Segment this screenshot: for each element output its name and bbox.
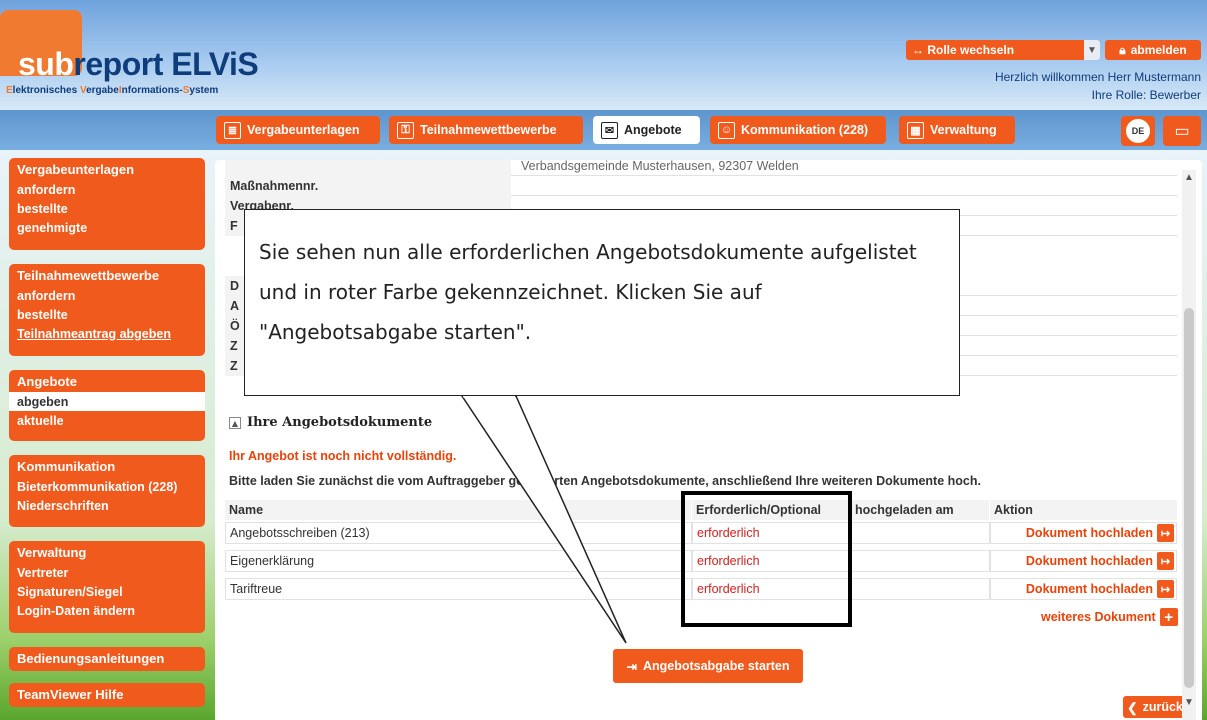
upload-arrow-icon: ↦ xyxy=(1157,552,1174,570)
welcome-text: Herzlich willkommen Herr Mustermann Ihre … xyxy=(994,70,1201,102)
info-row: Maßnahmennr. xyxy=(225,176,1177,196)
sidebar-item-teilnahmeantrag[interactable]: Teilnahmeantrag abgeben xyxy=(9,324,205,343)
column-header-action: Aktion xyxy=(990,500,1177,520)
upload-document-button[interactable]: Dokument hochladen ↦ xyxy=(990,578,1177,600)
add-document-button[interactable]: weiteres Dokument + xyxy=(1041,608,1178,626)
sidebar-group-angebote: Angebote abgeben aktuelle xyxy=(9,370,205,441)
language-button[interactable]: DE xyxy=(1121,116,1155,146)
upload-arrow-icon: ↦ xyxy=(1157,580,1174,598)
highlight-box xyxy=(681,491,852,627)
upload-document-button[interactable]: Dokument hochladen ↦ xyxy=(990,522,1177,544)
envelope-icon: ✉ xyxy=(601,121,618,139)
start-submission-button[interactable]: ⇥ Angebotsabgabe starten xyxy=(613,649,803,683)
logo: subreport ELViS xyxy=(18,46,259,82)
upload-arrow-icon: ↦ xyxy=(1157,524,1174,542)
sidebar-title: Teilnahmewettbewerbe xyxy=(17,267,160,283)
sidebar-group-vergabeunterlagen: Vergabeunterlagen anfordern bestellte ge… xyxy=(9,158,205,250)
chevron-down-icon[interactable]: ▼ xyxy=(1084,40,1100,60)
swap-arrows-icon: ↔ xyxy=(912,43,928,57)
scroll-down-icon[interactable]: ▼ xyxy=(1182,697,1196,708)
sidebar-item-bieterkommunikation[interactable]: Bieterkommunikation (228) xyxy=(9,477,205,496)
chat-button[interactable]: ▭ xyxy=(1163,116,1201,146)
sidebar-group-verwaltung: Verwaltung Vertreter Signaturen/Siegel L… xyxy=(9,541,205,633)
sidebar-title: Angebote xyxy=(17,373,77,389)
upload-document-button[interactable]: Dokument hochladen ↦ xyxy=(990,550,1177,572)
back-button[interactable]: ❮ zurück xyxy=(1123,696,1187,718)
collapse-icon[interactable]: ▲ xyxy=(229,416,241,429)
sidebar-item-abgeben[interactable]: abgeben xyxy=(9,392,205,411)
lock-icon: 🔒︎ xyxy=(1119,42,1126,57)
logo-slogan: Elektronisches VergabeInformations-Syste… xyxy=(6,85,219,96)
table-cell-name: Eigenerklärung xyxy=(225,550,692,572)
logout-button[interactable]: 🔒︎ abmelden xyxy=(1105,40,1201,60)
document-icon: ≣ xyxy=(224,121,241,139)
sidebar-item-aktuelle[interactable]: aktuelle xyxy=(9,411,205,430)
upload-instruction: Bitte laden Sie zunächst die vom Auftrag… xyxy=(229,474,981,488)
certificate-icon: ⚿ xyxy=(397,121,414,139)
sidebar-item-bestellte[interactable]: bestellte xyxy=(9,199,205,218)
sidebar-title: Kommunikation xyxy=(17,458,116,474)
sidebar-group-teilnahme: Teilnahmewettbewerbe anfordern bestellte… xyxy=(9,264,205,356)
sidebar-item-genehmigte[interactable]: genehmigte xyxy=(9,218,205,237)
sidebar-item-niederschriften[interactable]: Niederschriften xyxy=(9,496,205,515)
table-cell-name: Angebotsschreiben (213) xyxy=(225,522,692,544)
plus-icon: + xyxy=(1159,608,1178,626)
sidebar-item-vertreter[interactable]: Vertreter xyxy=(9,563,205,582)
sidebar-item-signaturen[interactable]: Signaturen/Siegel xyxy=(9,582,205,601)
sidebar-title: Vergabeunterlagen xyxy=(17,161,135,177)
sidebar-item-anfordern[interactable]: anfordern xyxy=(9,180,205,199)
column-header-name: Name xyxy=(225,500,691,520)
sidebar-group-kommunikation: Kommunikation Bieterkommunikation (228) … xyxy=(9,455,205,527)
column-header-uploaded: hochgeladen am xyxy=(851,500,989,520)
table-cell-uploaded xyxy=(851,550,990,572)
calendar-grid-icon: ▦ xyxy=(907,121,924,139)
role-switch-select[interactable]: ↔ Rolle wechseln ▼ xyxy=(906,40,1100,60)
table-cell-uploaded xyxy=(851,578,990,600)
tab-angebote[interactable]: ✉ Angebote xyxy=(593,116,700,144)
sidebar-item-bedienungsanleitungen[interactable]: Bedienungsanleitungen xyxy=(9,647,205,671)
tab-teilnahmewettbewerbe[interactable]: ⚿ Teilnahmewettbewerbe xyxy=(389,116,583,144)
tutorial-callout: Sie sehen nun alle erforderlichen Angebo… xyxy=(244,209,960,396)
scrollbar-thumb[interactable] xyxy=(1184,308,1194,688)
chat-bubble-icon: ▭ xyxy=(1174,123,1190,140)
section-header-angebotsdokumente[interactable]: ▲ Ihre Angebotsdokumente xyxy=(229,415,432,430)
table-cell-uploaded xyxy=(851,522,990,544)
user-chat-icon: ☺ xyxy=(718,121,735,139)
sidebar-item-bestellte[interactable]: bestellte xyxy=(9,305,205,324)
vertical-scrollbar[interactable]: ▲ ▼ xyxy=(1182,170,1196,720)
sidebar-item-login-daten[interactable]: Login-Daten ändern xyxy=(9,601,205,620)
incomplete-warning: Ihr Angebot ist noch nicht vollständig. xyxy=(229,449,457,463)
tab-kommunikation[interactable]: ☺ Kommunikation (228) xyxy=(710,116,886,144)
table-cell-name: Tariftreue xyxy=(225,578,692,600)
info-row: Verbandsgemeinde Musterhausen, 92307 Wel… xyxy=(225,160,1177,176)
scroll-up-icon[interactable]: ▲ xyxy=(1182,172,1196,183)
tab-verwaltung[interactable]: ▦ Verwaltung xyxy=(899,116,1015,144)
submit-arrow-icon: ⇥ xyxy=(626,659,637,674)
tab-vergabeunterlagen[interactable]: ≣ Vergabeunterlagen xyxy=(216,116,380,144)
sidebar-title: Verwaltung xyxy=(17,544,87,560)
sidebar-item-anfordern[interactable]: anfordern xyxy=(9,286,205,305)
chevron-left-icon: ❮ xyxy=(1127,700,1138,715)
sidebar-item-teamviewer[interactable]: TeamViewer Hilfe xyxy=(9,683,205,707)
